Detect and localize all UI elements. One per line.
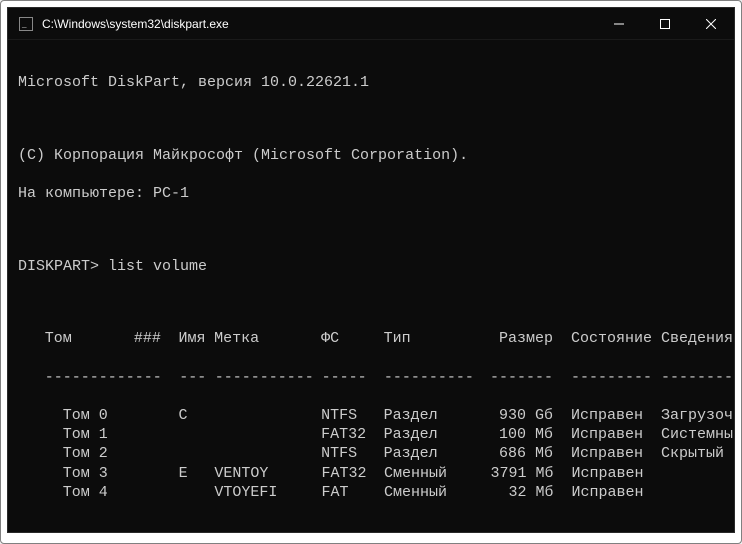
command-1: list volume — [108, 258, 207, 275]
table-row: Том 4VTOYEFIFATСменный32 MбИсправен — [18, 483, 724, 502]
console-window: _ C:\Windows\system32\diskpart.exe Micro… — [7, 7, 735, 533]
maximize-button[interactable] — [642, 8, 688, 39]
table-divider-row: ----------------------------------------… — [18, 368, 724, 387]
prompt-line-1: DISKPART> list volume — [18, 257, 724, 276]
table-row: Том 3EVENTOYFAT32Сменный3791 MбИсправен — [18, 464, 724, 483]
copyright-line: (C) Корпорация Майкрософт (Microsoft Cor… — [18, 146, 724, 165]
minimize-button[interactable] — [596, 8, 642, 39]
close-button[interactable] — [688, 8, 734, 39]
table-row: Том 1FAT32Раздел100 MбИсправенСистемны — [18, 425, 724, 444]
table-row: Том 2NTFSРаздел686 MбИсправенСкрытый — [18, 444, 724, 463]
svg-text:_: _ — [21, 19, 27, 29]
terminal-output[interactable]: Microsoft DiskPart, версия 10.0.22621.1 … — [8, 40, 734, 532]
table-row: Том 0CNTFSРаздел930 GбИсправенЗагрузоч — [18, 406, 724, 425]
banner-line: Microsoft DiskPart, версия 10.0.22621.1 — [18, 73, 724, 92]
titlebar[interactable]: _ C:\Windows\system32\diskpart.exe — [8, 8, 734, 40]
computer-line: На компьютере: PC-1 — [18, 184, 724, 203]
app-icon: _ — [18, 16, 34, 32]
table-header-row: Том###ИмяМеткаФСТипРазмерСостояниеСведен… — [18, 329, 724, 348]
window-title: C:\Windows\system32\diskpart.exe — [42, 17, 229, 31]
